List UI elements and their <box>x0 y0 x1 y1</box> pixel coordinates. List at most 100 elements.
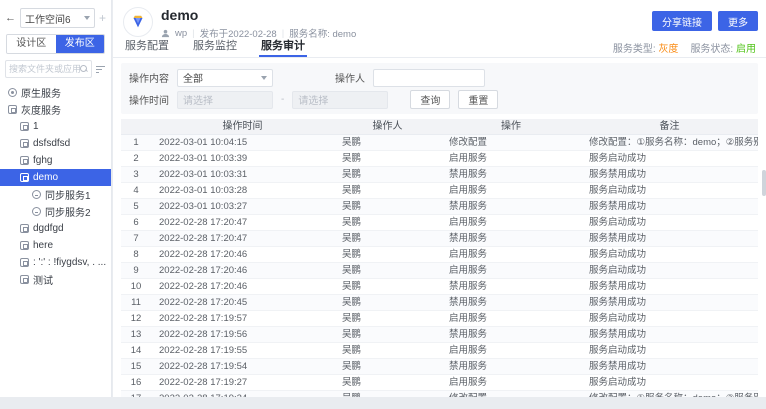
more-button[interactable]: 更多 <box>718 11 758 31</box>
cell-operation: 禁用服务 <box>441 279 581 294</box>
col-operator: 操作人 <box>334 119 441 134</box>
tab-service-monitor[interactable]: 服务监控 <box>191 37 239 57</box>
tree-item-label: : ':' : !fiygdsv, . ... <box>33 257 106 268</box>
cell-time: 2022-03-01 10:03:27 <box>151 199 334 214</box>
tree-item-label: dgdfgd <box>33 223 64 234</box>
tree-item-0[interactable]: 原生服务 <box>0 84 111 101</box>
cell-idx: 4 <box>121 183 151 198</box>
cell-operation: 修改配置 <box>441 135 581 150</box>
cell-idx: 7 <box>121 231 151 246</box>
filter-operator-label: 操作人 <box>335 70 365 85</box>
cell-idx: 12 <box>121 311 151 326</box>
table-row: 62022-02-28 17:20:47吴鹏启用服务服务启动成功 <box>121 215 758 231</box>
table-row: 102022-02-28 17:20:46吴鹏禁用服务服务禁用成功 <box>121 279 758 295</box>
tree-item-5[interactable]: demo <box>0 169 111 186</box>
table-row: 132022-02-28 17:19:56吴鹏禁用服务服务禁用成功 <box>121 327 758 343</box>
cell-time: 2022-02-28 17:19:57 <box>151 311 334 326</box>
tree-item-label: 测试 <box>33 272 53 287</box>
service-header: demo wp | 发布于2022-02-28 | 服务名称: demo 分享链… <box>113 0 766 40</box>
cell-time: 2022-02-28 17:20:45 <box>151 295 334 310</box>
cell-time: 2022-03-01 10:03:31 <box>151 167 334 182</box>
reset-button[interactable]: 重置 <box>458 90 498 109</box>
table-row: 82022-02-28 17:20:46吴鹏启用服务服务启动成功 <box>121 247 758 263</box>
cell-operation: 启用服务 <box>441 215 581 230</box>
back-arrow-icon[interactable]: ← <box>5 12 16 24</box>
plus-icon[interactable]: + <box>99 11 106 25</box>
cell-time: 2022-02-28 17:20:46 <box>151 279 334 294</box>
cell-operation: 启用服务 <box>441 263 581 278</box>
cell-operator: 吴鹏 <box>334 279 441 294</box>
tab-service-config[interactable]: 服务配置 <box>123 37 171 57</box>
tree-item-4[interactable]: fghg <box>0 152 111 169</box>
tree-item-3[interactable]: dsfsdfsd <box>0 135 111 152</box>
cell-idx: 14 <box>121 343 151 358</box>
sort-icon[interactable] <box>96 65 106 74</box>
cell-operator: 吴鹏 <box>334 231 441 246</box>
tree-item-11[interactable]: 测试 <box>0 271 111 288</box>
filter-panel: 操作内容 全部 操作人 操作时间 请选择 - 请选择 查询 重置 <box>121 63 758 114</box>
grid-service-icon <box>8 105 17 114</box>
cell-remark: 服务启动成功 <box>581 215 758 230</box>
tree-item-10[interactable]: : ':' : !fiygdsv, . ... <box>0 254 111 271</box>
filter-operator-input[interactable] <box>373 69 485 87</box>
table-header: 操作时间 操作人 操作 备注 <box>121 119 758 135</box>
filter-time-label: 操作时间 <box>129 92 177 107</box>
chevron-down-icon <box>261 76 267 80</box>
cell-operator: 吴鹏 <box>334 263 441 278</box>
sidebar-search[interactable] <box>5 60 92 78</box>
cell-operator: 吴鹏 <box>334 151 441 166</box>
col-remark: 备注 <box>581 119 758 134</box>
cell-remark: 服务启动成功 <box>581 183 758 198</box>
grid-service-icon <box>20 156 29 165</box>
tree-item-label: here <box>33 240 53 251</box>
cell-operator: 吴鹏 <box>334 247 441 262</box>
filter-content-select[interactable]: 全部 <box>177 69 273 87</box>
table-row: 112022-02-28 17:20:45吴鹏禁用服务服务禁用成功 <box>121 295 758 311</box>
filter-date-start[interactable]: 请选择 <box>177 91 273 109</box>
search-input[interactable] <box>9 64 80 74</box>
tree-item-1[interactable]: 灰度服务 <box>0 101 111 118</box>
tree-item-label: demo <box>33 172 58 183</box>
filter-date-end[interactable]: 请选择 <box>292 91 388 109</box>
tree-item-label: 同步服务2 <box>45 204 91 219</box>
tab-design-area[interactable]: 设计区 <box>7 35 56 53</box>
cell-operation: 启用服务 <box>441 247 581 262</box>
cell-remark: 服务禁用成功 <box>581 327 758 342</box>
cell-time: 2022-02-28 17:20:47 <box>151 215 334 230</box>
vertical-scrollbar[interactable] <box>762 170 766 196</box>
cell-time: 2022-02-28 17:19:55 <box>151 343 334 358</box>
cell-idx: 11 <box>121 295 151 310</box>
table-row: 152022-02-28 17:19:54吴鹏禁用服务服务禁用成功 <box>121 359 758 375</box>
share-link-button[interactable]: 分享链接 <box>652 11 712 31</box>
cell-remark: 服务禁用成功 <box>581 199 758 214</box>
service-status-value: 启用 <box>736 44 756 55</box>
cell-remark: 服务禁用成功 <box>581 167 758 182</box>
tab-service-audit[interactable]: 服务审计 <box>259 37 307 57</box>
cell-operation: 启用服务 <box>441 183 581 198</box>
tab-publish-area[interactable]: 发布区 <box>56 35 105 53</box>
page-title: demo <box>161 7 356 23</box>
cell-time: 2022-03-01 10:03:28 <box>151 183 334 198</box>
cell-remark: 服务启动成功 <box>581 343 758 358</box>
tree-item-9[interactable]: here <box>0 237 111 254</box>
query-button[interactable]: 查询 <box>410 90 450 109</box>
tree-item-2[interactable]: 1 <box>0 118 111 135</box>
cell-operator: 吴鹏 <box>334 327 441 342</box>
cell-remark: 服务启动成功 <box>581 263 758 278</box>
cell-operator: 吴鹏 <box>334 215 441 230</box>
filter-content-value: 全部 <box>183 70 203 85</box>
tree-item-7[interactable]: 同步服务2 <box>0 203 111 220</box>
cell-operation: 启用服务 <box>441 151 581 166</box>
cell-remark: 服务启动成功 <box>581 375 758 390</box>
tree-item-6[interactable]: 同步服务1 <box>0 186 111 203</box>
cell-operation: 禁用服务 <box>441 231 581 246</box>
table-row: 162022-02-28 17:19:27吴鹏启用服务服务启动成功 <box>121 375 758 391</box>
workspace-select[interactable]: 工作空间6 <box>20 8 95 28</box>
date-range-separator: - <box>281 94 284 105</box>
gem-logo-icon <box>123 7 153 37</box>
cell-time: 2022-02-28 17:19:56 <box>151 327 334 342</box>
cell-operation: 禁用服务 <box>441 327 581 342</box>
tree-item-8[interactable]: dgdfgd <box>0 220 111 237</box>
cell-idx: 13 <box>121 327 151 342</box>
cell-operator: 吴鹏 <box>334 167 441 182</box>
